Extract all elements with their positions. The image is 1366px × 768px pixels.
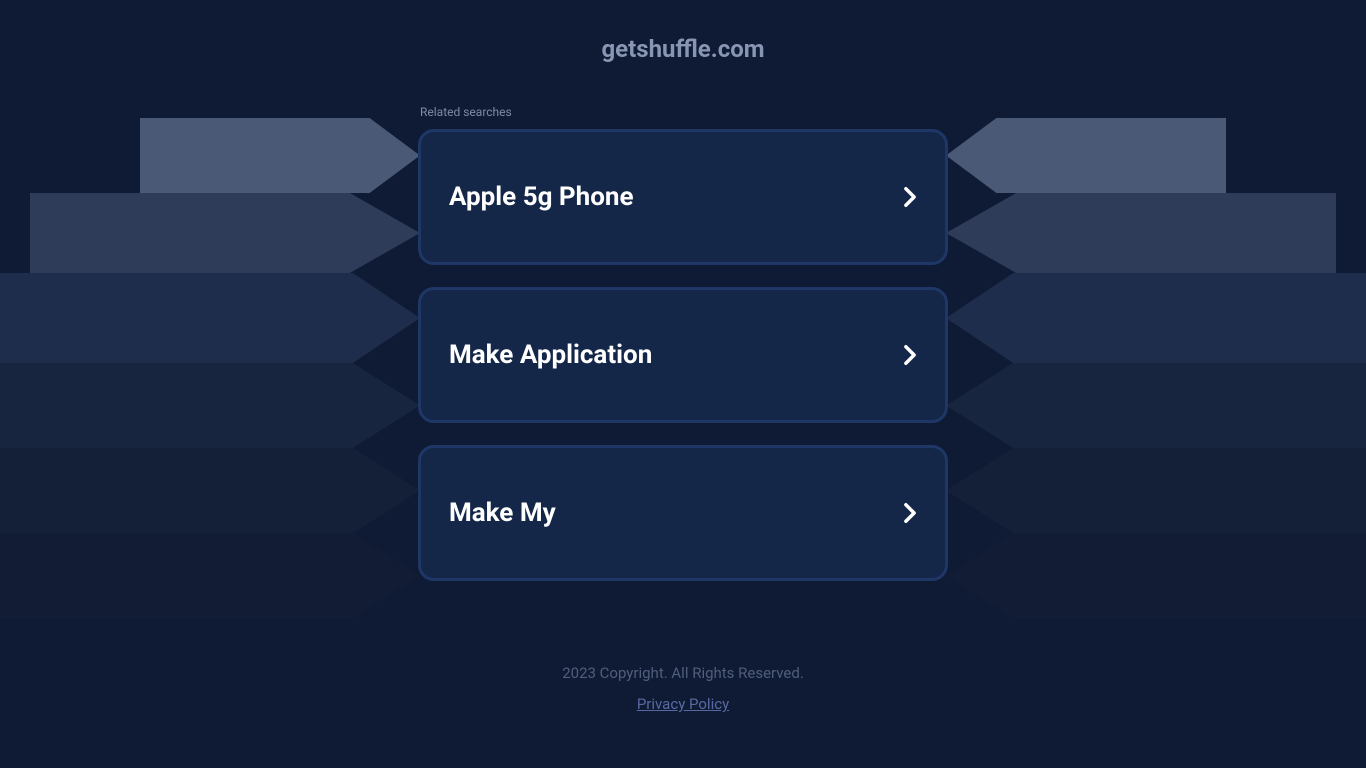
domain-title: getshuffle.com (601, 35, 764, 63)
chevron-right-icon (903, 344, 917, 366)
main-section: Related searches Apple 5g Phone Make App… (418, 105, 948, 603)
privacy-policy-link[interactable]: Privacy Policy (637, 695, 729, 713)
search-link-make-my[interactable]: Make My (418, 445, 948, 581)
search-link-label: Make My (449, 498, 556, 528)
related-searches-label: Related searches (418, 105, 948, 119)
search-link-apple-5g-phone[interactable]: Apple 5g Phone (418, 129, 948, 265)
chevron-right-icon (903, 502, 917, 524)
footer: 2023 Copyright. All Rights Reserved. Pri… (0, 664, 1366, 713)
copyright-text: 2023 Copyright. All Rights Reserved. (0, 664, 1366, 682)
search-link-make-application[interactable]: Make Application (418, 287, 948, 423)
search-link-label: Make Application (449, 340, 652, 370)
chevron-right-icon (903, 186, 917, 208)
search-link-label: Apple 5g Phone (449, 182, 634, 212)
